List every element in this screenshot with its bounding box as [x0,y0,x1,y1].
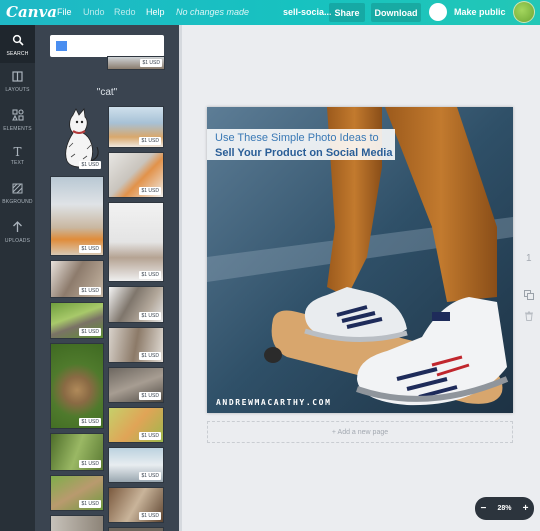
image-thumbnail[interactable]: $1 USD [108,152,164,198]
price-badge: $1 USD [140,59,162,67]
save-status: No changes made [176,7,250,17]
share-button[interactable]: Share [329,3,365,22]
zoom-control: − 28% + [475,497,534,520]
image-thumbnail[interactable]: $1 USD [108,286,164,323]
undo-button[interactable]: Undo [83,7,105,17]
search-query-label: "cat" [96,87,118,98]
copy-page-icon[interactable] [524,290,534,302]
file-menu[interactable]: File [57,7,72,17]
elements-icon [0,109,35,124]
cat-illustration-thumbnail[interactable]: $1 USD [50,106,104,172]
avatar[interactable] [513,1,535,23]
nav-layouts[interactable]: LAYOUTS [0,71,35,93]
image-thumbnail[interactable]: $1 USD [108,106,164,148]
layouts-icon [0,71,35,85]
download-button[interactable]: Download [371,3,421,22]
delete-page-icon[interactable] [524,311,534,323]
make-public-toggle[interactable] [429,3,447,21]
image-thumbnail[interactable]: $1 USD [50,302,104,339]
price-badge: $1 USD [79,500,101,508]
image-thumbnail[interactable]: $1 USD [50,176,104,256]
add-page-button[interactable]: + Add a new page [207,421,513,443]
price-badge: $1 USD [139,312,161,320]
image-thumbnail[interactable]: $1 USD [50,343,104,429]
nav-layouts-label: LAYOUTS [5,87,30,93]
price-badge: $1 USD [79,161,101,169]
image-thumbnail[interactable]: $1 USD [108,327,164,363]
nav-text-label: TEXT [10,160,25,166]
image-thumbnail[interactable]: $1 USD [107,56,165,70]
image-thumbnail[interactable]: $1 USD [108,367,164,403]
document-title[interactable]: sell-socia... [283,7,332,17]
canva-logo[interactable]: Canva [6,3,57,21]
price-badge: $1 USD [79,328,101,336]
price-badge: $1 USD [139,271,161,279]
nav-uploads-label: UPLOADS [4,238,31,244]
image-thumbnail[interactable]: $1 USD [108,407,164,443]
help-menu[interactable]: Help [146,7,165,17]
image-thumbnail[interactable]: $1 USD [108,202,164,282]
headline-line-1[interactable]: Use These Simple Photo Ideas to [215,132,379,144]
nav-background-label: BKGROUND [2,199,33,205]
price-badge: $1 USD [139,187,161,195]
background-icon [0,183,35,197]
nav-search[interactable]: SEARCH [0,25,35,63]
price-badge: $1 USD [139,137,161,145]
image-thumbnail[interactable]: $1 USD [108,487,164,523]
zoom-level: 28% [497,505,512,512]
image-thumbnail[interactable]: $1 USD [108,447,164,483]
image-thumbnail[interactable]: $1 USD [50,260,104,298]
price-badge: $1 USD [79,245,101,253]
nav-text[interactable]: T TEXT [0,146,35,166]
nav-elements[interactable]: ELEMENTS [0,109,35,132]
panel-scrollbar[interactable] [179,25,182,531]
price-badge: $1 USD [79,460,101,468]
design-page[interactable]: Use These Simple Photo Ideas to Sell You… [207,107,513,413]
make-public-label[interactable]: Make public [454,7,506,17]
left-nav: SEARCH LAYOUTS ELEMENTS T TEXT BKGROUND … [0,25,35,531]
page-number: 1 [526,253,532,264]
price-badge: $1 USD [139,472,161,480]
price-badge: $1 USD [139,432,161,440]
search-icon [0,34,35,49]
nav-search-label: SEARCH [6,51,29,57]
price-badge: $1 USD [79,287,101,295]
search-panel: $1 USD "cat" $1 USD $1 USD $1 USD $1 USD… [35,25,179,531]
image-thumbnail[interactable] [50,515,104,531]
search-text-selection [56,41,67,51]
price-badge: $1 USD [139,512,161,520]
price-badge: $1 USD [139,392,161,400]
image-thumbnail[interactable] [108,527,164,531]
image-thumbnail[interactable]: $1 USD [50,475,104,511]
price-badge: $1 USD [139,352,161,360]
price-badge: $1 USD [79,418,101,426]
upload-icon [0,221,35,236]
redo-button[interactable]: Redo [114,7,136,17]
nav-elements-label: ELEMENTS [3,126,32,132]
credit-text[interactable]: ANDREWMACARTHY.COM [216,398,332,407]
zoom-in-button[interactable]: + [523,503,529,514]
text-icon: T [13,145,22,159]
headline-line-2[interactable]: Sell Your Product on Social Media [215,147,392,159]
top-bar: Canva File Undo Redo Help No changes mad… [0,0,540,25]
image-thumbnail[interactable]: $1 USD [50,433,104,471]
zoom-out-button[interactable]: − [481,503,487,514]
nav-background[interactable]: BKGROUND [0,183,35,205]
nav-uploads[interactable]: UPLOADS [0,221,35,244]
search-input[interactable] [50,35,164,57]
